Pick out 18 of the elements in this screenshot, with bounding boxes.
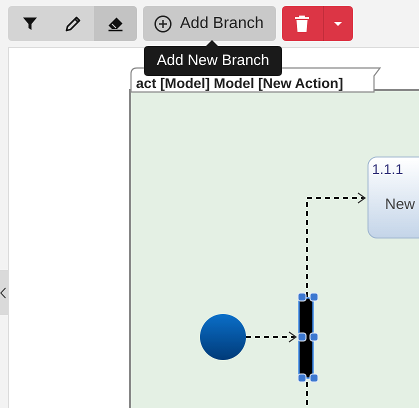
filter-icon: [22, 16, 38, 32]
eraser-button[interactable]: [94, 6, 137, 41]
chevron-left-icon: [0, 286, 6, 298]
pencil-icon: [64, 16, 80, 32]
plus-circle-icon: [154, 14, 172, 32]
delete-button[interactable]: [282, 6, 324, 41]
initial-node: [200, 314, 246, 360]
add-branch-button[interactable]: Add Branch: [143, 6, 276, 41]
tooltip: Add New Branch: [144, 40, 282, 76]
eraser-icon: [107, 16, 124, 32]
caret-icon: [333, 20, 344, 26]
node-number: 1.1.1: [372, 161, 404, 177]
fork-bar[interactable]: [298, 292, 318, 382]
node-label: New: [385, 196, 416, 213]
collapse-handle[interactable]: [0, 270, 8, 315]
connector-line: [306, 382, 308, 408]
connector-arrow: [246, 332, 298, 342]
trash-icon: [294, 14, 310, 32]
